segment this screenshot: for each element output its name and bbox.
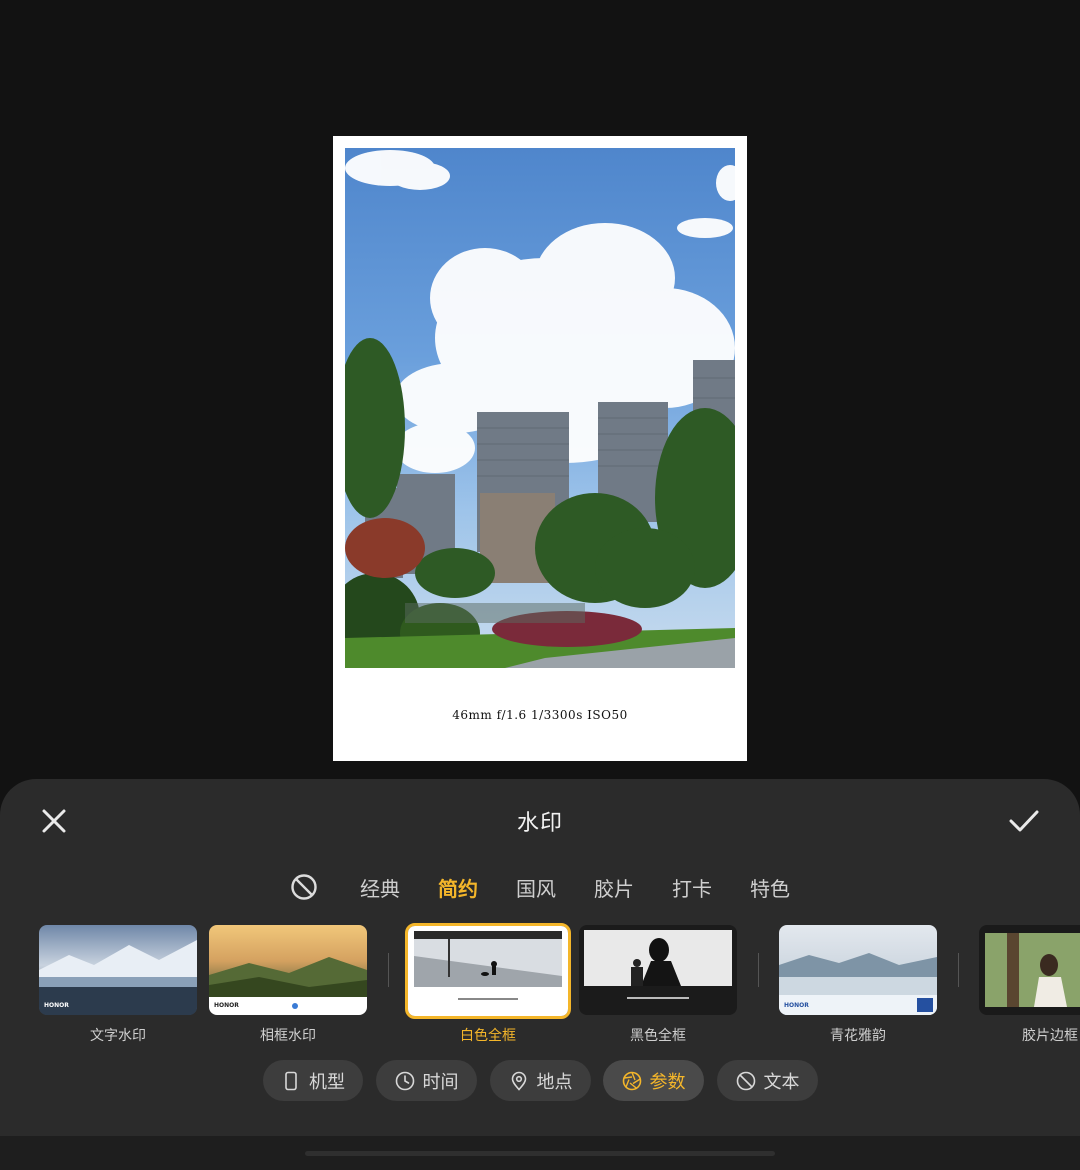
location-pin-icon [511,1071,526,1091]
chip-label: 文本 [763,1071,800,1093]
style-label: 黑色全框 [630,1028,686,1044]
prohibited-icon [291,874,317,900]
home-indicator[interactable] [305,1151,775,1156]
category-tabs: 经典 简约 国风 胶片 打卡 特色 [0,871,1080,903]
watermark-preview-frame: 46mm f/1.6 1/3300s ISO50 [333,136,747,761]
aperture-icon [622,1071,641,1090]
navigation-bar [0,1136,1080,1170]
chip-parameters[interactable]: 参数 [603,1060,704,1101]
watermark-field-chips: 机型 时间 地点 参数 文本 [0,1060,1080,1102]
style-label: 胶片边框 [1022,1028,1078,1044]
style-thumbnail-blue-white[interactable]: HONOR [779,925,937,1015]
style-thumbnail-film-border[interactable] [979,925,1080,1015]
no-watermark-button[interactable] [290,873,318,901]
chip-label: 机型 [309,1071,345,1093]
style-label: 相框水印 [260,1028,316,1044]
thumbnail-image [408,926,568,1016]
thumbnail-brand-text: HONOR [214,1002,239,1009]
tab-classic[interactable]: 经典 [360,873,400,902]
preview-photo [345,148,735,668]
style-label: 青花雅韵 [830,1028,886,1044]
thumbnail-brand-text: HONOR [784,1002,809,1009]
watermark-panel: 水印 经典 简约 国风 胶片 打卡 特色 HONOR 文字水印 HONOR 相框… [0,779,1080,1170]
panel-title: 水印 [516,811,563,836]
no-text-icon [736,1071,755,1090]
check-icon [1009,810,1039,832]
watermark-style-list: HONOR 文字水印 HONOR 相框水印 白色全框 黑色全框 HONOR 青花… [0,923,1080,1053]
chip-label: 时间 [422,1071,459,1093]
style-label: 白色全框 [460,1028,516,1044]
thumbnail-image [579,925,737,1015]
divider [388,953,389,987]
confirm-button[interactable] [1002,801,1046,841]
chip-label: 参数 [649,1071,686,1093]
tab-film[interactable]: 胶片 [594,873,634,902]
style-thumbnail-frame-watermark[interactable]: HONOR [209,925,367,1015]
exif-parameters-text: 46mm f/1.6 1/3300s ISO50 [452,708,628,722]
clock-icon [395,1071,414,1090]
style-thumbnail-white-frame[interactable] [405,923,571,1019]
chip-model[interactable]: 机型 [263,1060,363,1101]
divider [958,953,959,987]
divider [758,953,759,987]
tab-check-in[interactable]: 打卡 [672,873,712,902]
chip-location[interactable]: 地点 [490,1060,591,1101]
style-thumbnail-black-frame[interactable] [579,925,737,1015]
chip-text[interactable]: 文本 [717,1060,818,1101]
chip-time[interactable]: 时间 [376,1060,477,1101]
tab-minimal[interactable]: 简约 [438,873,478,902]
thumbnail-image [979,925,1080,1015]
tab-chinese-style[interactable]: 国风 [516,873,556,902]
chip-label: 地点 [536,1071,573,1093]
thumbnail-brand-text: HONOR [44,1002,69,1009]
tab-special[interactable]: 特色 [750,873,790,902]
style-thumbnail-text-watermark[interactable]: HONOR [39,925,197,1015]
phone-icon [285,1071,297,1090]
style-label: 文字水印 [90,1028,146,1044]
